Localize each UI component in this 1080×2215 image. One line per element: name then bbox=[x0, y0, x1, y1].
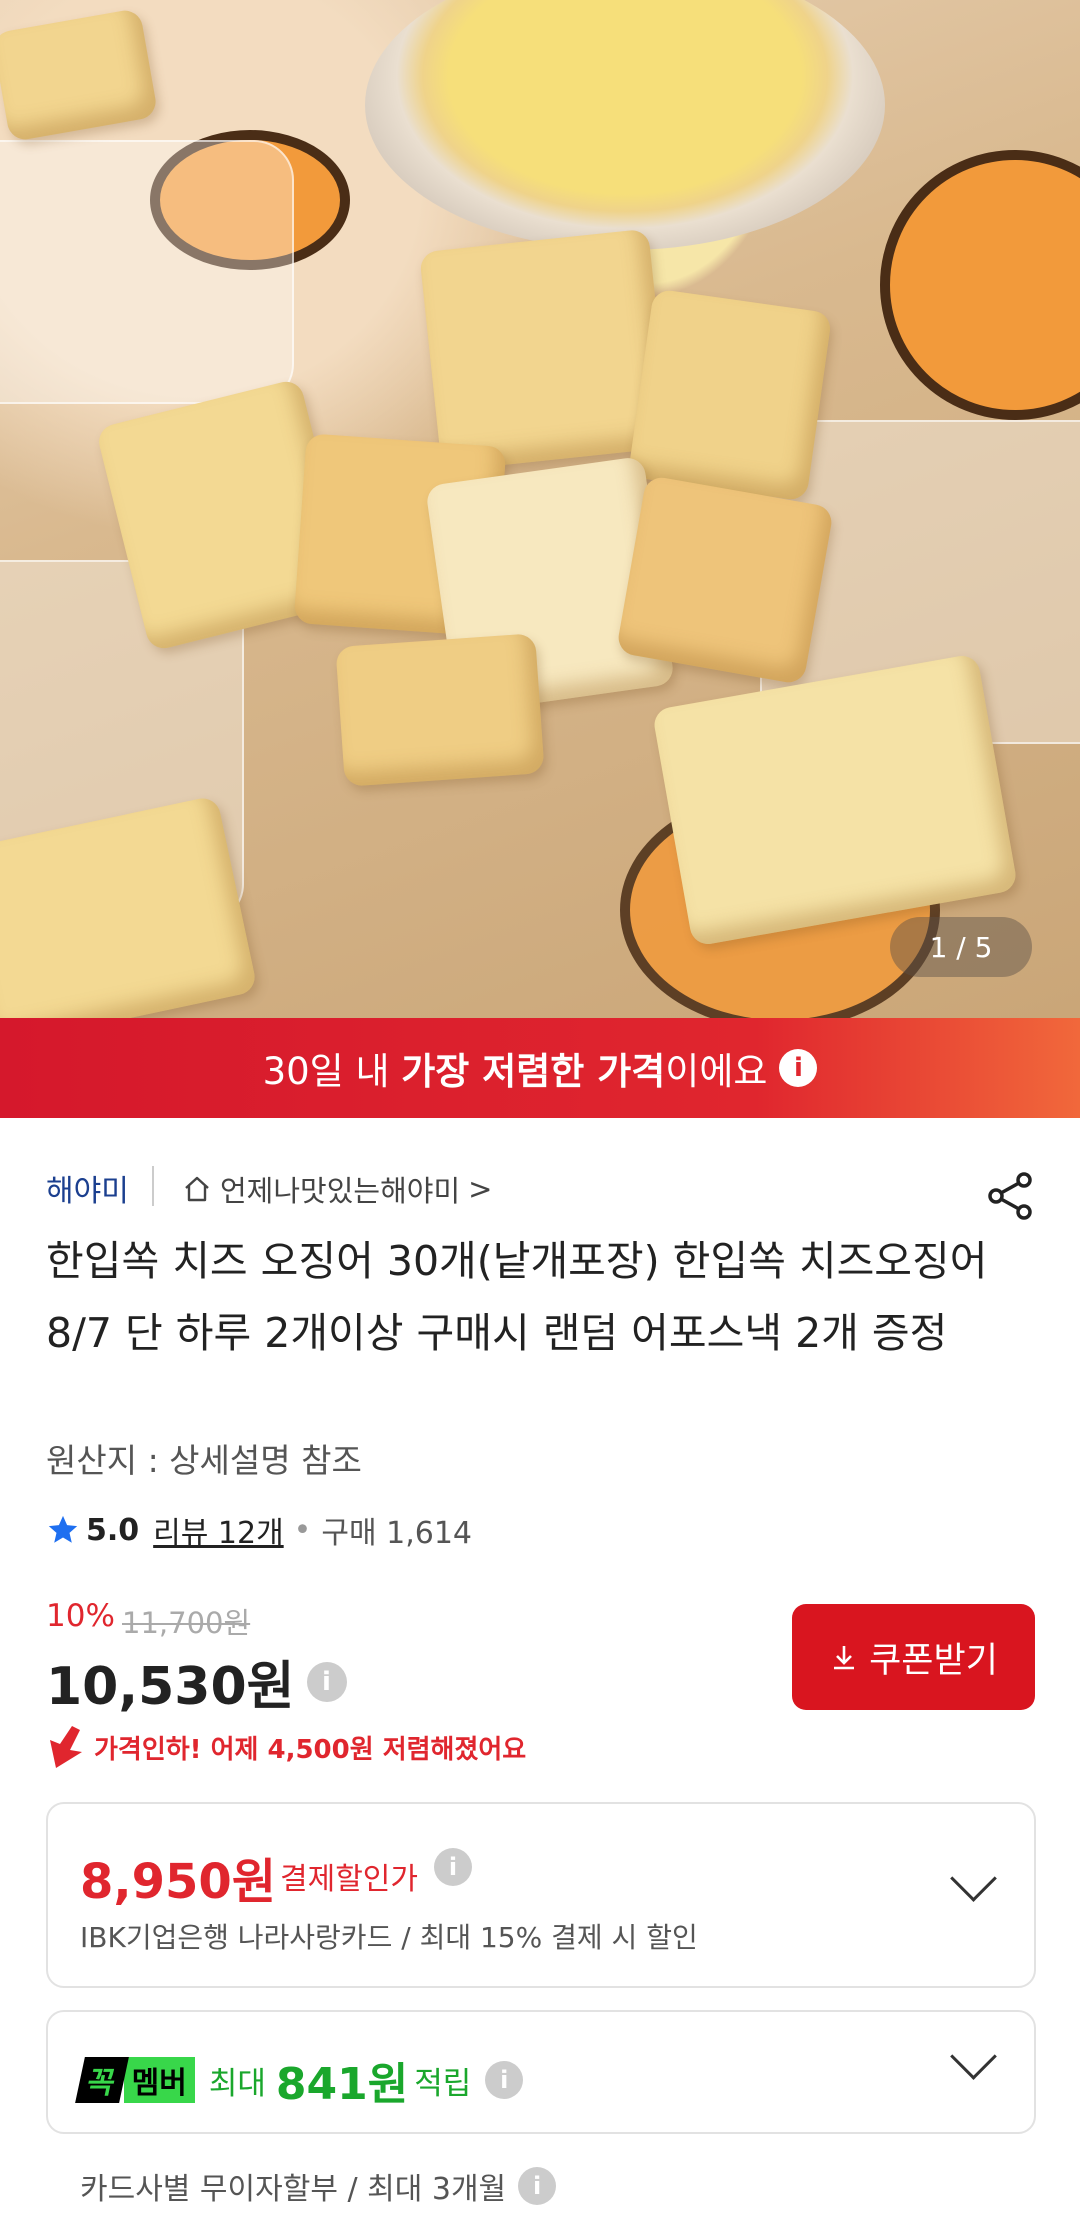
cheese-cube bbox=[0, 7, 159, 143]
coupon-button[interactable]: 쿠폰받기 bbox=[792, 1604, 1035, 1710]
chevron-right-icon: > bbox=[468, 1172, 493, 1206]
image-counter: 1 / 5 bbox=[890, 917, 1032, 977]
membership-text-b: 적립 bbox=[414, 2065, 472, 2102]
coupon-label: 쿠폰받기 bbox=[869, 1640, 998, 1681]
member-badge: 꼭 멤버 bbox=[75, 2057, 195, 2103]
payment-discount-card[interactable]: 8,950원 결제할인가 i IBK기업은행 나라사랑카드 / 최대 15% 결… bbox=[46, 1802, 1036, 1988]
product-image[interactable]: 1 / 5 bbox=[0, 0, 1080, 1018]
origin-text: 원산지 : 상세설명 참조 bbox=[46, 1441, 362, 1480]
cheese-cube bbox=[651, 653, 1019, 947]
brand-link[interactable]: 해야미 bbox=[46, 1166, 129, 1210]
download-icon bbox=[834, 1646, 855, 1670]
cheese-cube bbox=[627, 288, 833, 502]
info-icon[interactable]: i bbox=[434, 1848, 472, 1886]
package-logo bbox=[880, 150, 1080, 420]
payment-label: 결제할인가 bbox=[280, 1862, 418, 1897]
separator-dot: • bbox=[293, 1512, 312, 1548]
membership-card[interactable]: 꼭 멤버 최대 841원 적립 i bbox=[46, 2010, 1036, 2134]
installment-row: 카드사별 무이자할부 / 최대 3개월 i bbox=[80, 2164, 557, 2208]
divider bbox=[152, 1166, 154, 1206]
membership-amount: 841원 bbox=[275, 2059, 409, 2110]
sauce-bowl bbox=[365, 0, 885, 250]
discount-rate: 10% bbox=[46, 1598, 115, 1634]
banner-text-prefix: 30일 내 bbox=[262, 1050, 402, 1093]
info-icon[interactable]: i bbox=[485, 2061, 524, 2099]
info-icon[interactable]: i bbox=[779, 1049, 818, 1087]
package-wrapper bbox=[0, 140, 294, 404]
payment-description: IBK기업은행 나라사랑카드 / 최대 15% 결제 시 할인 bbox=[80, 1921, 698, 1954]
banner-text-suffix: 이에요 bbox=[665, 1050, 768, 1093]
membership-row: 꼭 멤버 최대 841원 적립 i bbox=[75, 2048, 524, 2112]
payment-price: 8,950원 bbox=[80, 1854, 276, 1910]
membership-text-a: 최대 bbox=[208, 2065, 266, 2102]
review-count-link[interactable]: 리뷰 12개 bbox=[153, 1508, 284, 1552]
lowest-price-banner[interactable]: 30일 내 가장 저렴한 가격 이에요 i bbox=[0, 1018, 1080, 1118]
info-icon[interactable]: i bbox=[306, 1661, 347, 1702]
cheese-cube bbox=[615, 474, 835, 686]
original-price: 11,700원 bbox=[122, 1606, 251, 1640]
store-name: 언제나맛있는해야미 bbox=[220, 1174, 461, 1208]
badge-part-b: 멤버 bbox=[123, 2057, 195, 2103]
product-title: 한입쏙 치즈 오징어 30개(낱개포장) 한입쏙 치즈오징어 8/7 단 하루 … bbox=[46, 1237, 988, 1357]
rating-row: 5.0 리뷰 12개 • 구매 1,614 bbox=[46, 1508, 472, 1552]
sale-price-value: 10,530원 bbox=[46, 1657, 295, 1717]
purchase-count: 구매 1,614 bbox=[321, 1516, 472, 1551]
rating-score: 5.0 bbox=[86, 1512, 140, 1548]
info-icon[interactable]: i bbox=[518, 2167, 557, 2205]
cheese-cube bbox=[335, 633, 545, 787]
price-drop-text: 가격인하! 어제 4,500원 저렴해졌어요 bbox=[94, 1734, 527, 1765]
share-icon[interactable] bbox=[982, 1168, 1038, 1224]
home-icon bbox=[185, 1176, 209, 1202]
down-arrow-icon bbox=[50, 1726, 82, 1768]
store-link[interactable]: 언제나맛있는해야미 > bbox=[182, 1168, 492, 1210]
sale-price: 10,530원 i bbox=[46, 1644, 347, 1719]
chevron-down-icon[interactable] bbox=[950, 1855, 997, 1902]
installment-text: 카드사별 무이자할부 / 최대 3개월 bbox=[80, 2172, 507, 2207]
banner-text-bold: 가장 저렴한 가격 bbox=[401, 1050, 666, 1093]
price-drop-note: 가격인하! 어제 4,500원 저렴해졌어요 bbox=[46, 1724, 526, 1770]
star-icon bbox=[48, 1515, 78, 1543]
badge-part-a: 꼭 bbox=[75, 2057, 129, 2103]
chevron-down-icon[interactable] bbox=[950, 2033, 997, 2080]
